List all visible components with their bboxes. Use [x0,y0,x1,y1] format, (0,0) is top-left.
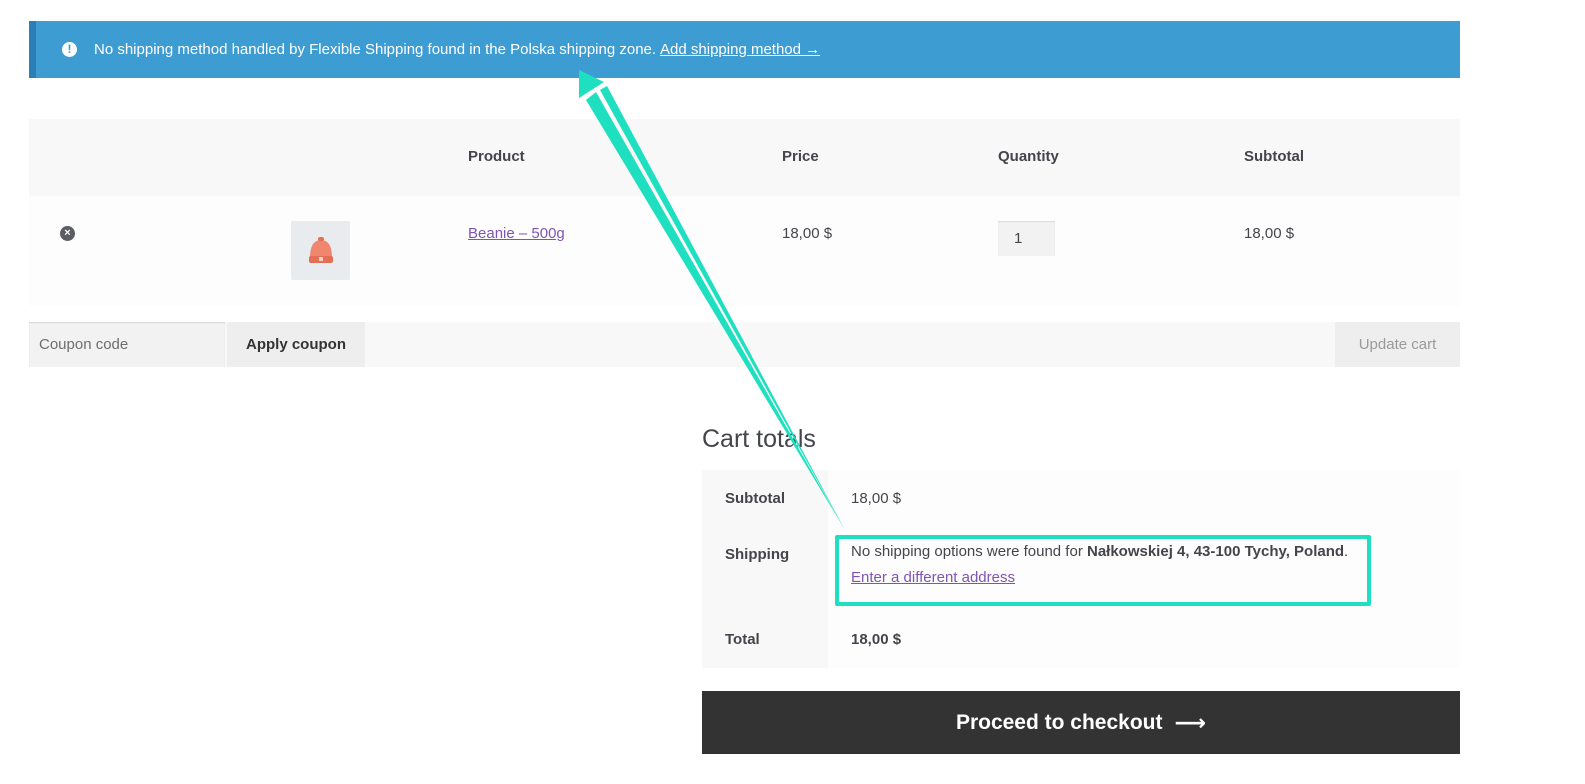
cart-totals-title: Cart totals [702,425,816,453]
header-subtotal: Subtotal [1244,148,1304,165]
cart-actions: Coupon code Apply coupon Update cart [29,322,1460,367]
totals-total-row: Total 18,00 $ [702,611,1460,668]
item-price: 18,00 $ [782,225,833,242]
header-quantity: Quantity [998,148,1059,165]
annotation-highlight-box [835,535,1371,606]
subtotal-label: Subtotal [702,470,828,527]
cart-item-row [29,196,1460,306]
total-label: Total [702,611,828,668]
add-shipping-method-link[interactable]: Add shipping method → [660,41,820,58]
checkout-label: Proceed to checkout [955,710,1163,734]
notice-text: No shipping method handled by Flexible S… [94,41,657,58]
coupon-code-input[interactable]: Coupon code [29,322,225,367]
totals-subtotal-row: Subtotal 18,00 $ [702,470,1460,527]
remove-item-icon[interactable]: × [60,226,75,241]
apply-coupon-button[interactable]: Apply coupon [227,322,365,367]
product-link[interactable]: Beanie – 500g [468,225,565,242]
cart-table: Product Price Quantity Subtotal [29,119,1460,306]
header-price: Price [782,148,819,165]
exclamation-circle-icon: ! [62,42,77,57]
quantity-input[interactable]: 1 [998,221,1055,256]
shipping-label: Shipping [702,527,828,611]
proceed-to-checkout-button[interactable]: Proceed to checkout ⟶ [702,691,1460,754]
subtotal-value: 18,00 $ [828,470,1460,527]
beanie-image-icon [308,236,333,263]
item-subtotal: 18,00 $ [1244,225,1295,242]
total-value: 18,00 $ [828,611,1460,668]
header-product: Product [468,148,525,165]
arrow-right-icon: ⟶ [1174,709,1207,735]
shipping-notice: ! No shipping method handled by Flexible… [29,21,1460,78]
cart-table-header: Product Price Quantity Subtotal [29,119,1460,196]
update-cart-button[interactable]: Update cart [1335,322,1460,367]
product-thumbnail[interactable] [291,221,350,280]
